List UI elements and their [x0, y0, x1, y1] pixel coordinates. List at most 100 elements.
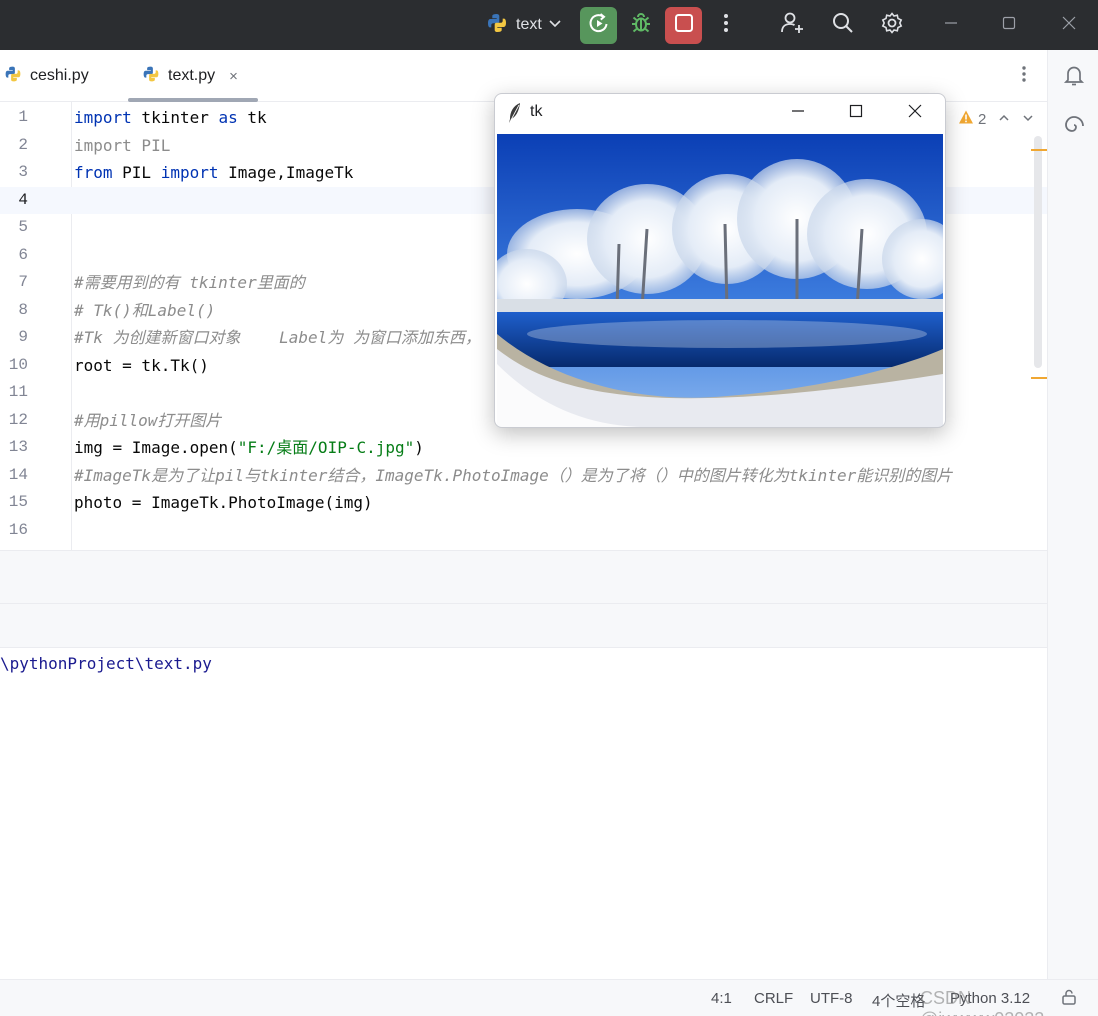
run-config-selector[interactable]: text: [486, 10, 562, 40]
title-bar: text: [0, 0, 1098, 50]
more-icon: [1021, 65, 1027, 88]
tk-close-button[interactable]: [897, 98, 933, 128]
code-line[interactable]: 16: [0, 517, 1047, 545]
line-number: 3: [18, 163, 28, 181]
code-text: import PIL: [74, 132, 170, 160]
code-line[interactable]: 13 img = Image.open("F:/桌面/OIP-C.jpg"): [0, 434, 1047, 462]
run-config-label: text: [516, 16, 542, 33]
close-icon: [1062, 16, 1076, 35]
window-close-button[interactable]: [1046, 0, 1092, 50]
tk-title-bar[interactable]: tk: [495, 94, 945, 132]
maximize-icon: [849, 104, 863, 123]
warning-count: 2: [978, 110, 987, 128]
tk-window[interactable]: tk: [494, 93, 946, 428]
bell-icon: [1062, 63, 1086, 92]
line-number: 6: [18, 245, 28, 264]
warning-stripe-marker[interactable]: [1031, 377, 1047, 379]
python-file-icon: [4, 65, 22, 88]
editor-scrollbar[interactable]: [1034, 136, 1042, 368]
line-separator[interactable]: CRLF: [754, 990, 793, 1007]
line-number: 14: [8, 465, 28, 484]
code-text: img = Image.open("F:/桌面/OIP-C.jpg"): [74, 434, 424, 462]
code-text: #ImageTk是为了让pil与tkinter结合，ImageTk.PhotoI…: [74, 462, 952, 490]
line-number: 11: [8, 383, 28, 401]
rerun-icon: [587, 11, 611, 40]
settings-button[interactable]: [874, 7, 910, 44]
warning-stripe-marker[interactable]: [1031, 149, 1047, 151]
status-bar: 4:1 CRLF UTF-8 4个空格 Python 3.12 CSDN @jw…: [0, 979, 1098, 1016]
ai-assistant-button[interactable]: [1059, 112, 1089, 142]
code-text: import tkinter as tk: [74, 104, 267, 132]
code-token: import: [74, 108, 132, 127]
code-token: photo = ImageTk.PhotoImage(img): [74, 493, 373, 512]
close-tab-icon[interactable]: ×: [229, 68, 238, 85]
line-number: 8: [18, 300, 28, 319]
code-line[interactable]: 14 #ImageTk是为了让pil与tkinter结合，ImageTk.Phot…: [0, 462, 1047, 490]
code-token: from: [74, 163, 113, 182]
tk-window-title: tk: [530, 103, 543, 120]
notifications-button[interactable]: [1059, 62, 1089, 92]
line-number: 9: [18, 328, 28, 346]
tab-ceshi-py[interactable]: ceshi.py: [4, 50, 89, 102]
indent-setting[interactable]: 4个空格: [872, 990, 925, 1011]
code-token: #Tk 为创建新窗口对象 Label为 为窗口添加东西，: [74, 328, 481, 347]
debug-button[interactable]: [624, 7, 658, 44]
stop-button[interactable]: [665, 7, 702, 44]
line-number: 12: [8, 410, 28, 429]
next-highlight-icon[interactable]: [1022, 111, 1034, 128]
minimize-icon: [791, 104, 805, 123]
add-user-icon: [780, 10, 806, 41]
line-number: 5: [18, 218, 28, 236]
run-console[interactable]: \pythonProject\text.py: [0, 647, 1047, 979]
window-minimize-button[interactable]: [930, 0, 972, 50]
line-number: 16: [8, 520, 28, 539]
file-encoding[interactable]: UTF-8: [810, 990, 853, 1007]
code-text: from PIL import Image,ImageTk: [74, 159, 353, 187]
tab-text-py[interactable]: text.py ×: [128, 50, 258, 102]
tab-label: ceshi.py: [30, 67, 89, 84]
python-file-icon: [142, 65, 160, 88]
line-number: 10: [8, 355, 28, 374]
line-number: 13: [8, 438, 28, 456]
tk-minimize-button[interactable]: [780, 98, 816, 128]
line-number: 4: [18, 190, 28, 209]
inspection-widget[interactable]: 2: [958, 108, 1034, 130]
debug-icon: [629, 11, 653, 40]
line-number: 2: [18, 135, 28, 154]
line-number: 1: [18, 108, 28, 126]
code-line[interactable]: 15 photo = ImageTk.PhotoImage(img): [0, 489, 1047, 517]
rerun-button[interactable]: [580, 7, 617, 44]
line-number: 7: [18, 273, 28, 291]
tk-maximize-button[interactable]: [838, 98, 874, 128]
close-icon: [908, 104, 922, 123]
code-text: root = tk.Tk(): [74, 352, 209, 380]
previous-highlight-icon[interactable]: [998, 111, 1010, 128]
right-tool-strip: [1047, 50, 1098, 979]
code-token: Image,ImageTk: [218, 163, 354, 182]
code-text: # Tk()和Label(): [74, 297, 215, 325]
code-token: as: [218, 108, 238, 127]
code-text: #需要用到的有 tkinter里面的: [74, 269, 305, 297]
code-token: import PIL: [74, 135, 171, 155]
code-text: #Tk 为创建新窗口对象 Label为 为窗口添加东西，: [74, 324, 481, 352]
code-with-me-button[interactable]: [776, 7, 810, 44]
winter-landscape-photo: [497, 134, 943, 427]
code-token: #用pillow打开图片: [74, 410, 222, 430]
more-icon: [723, 13, 729, 38]
code-token: tk: [237, 108, 267, 127]
gear-icon: [880, 11, 904, 40]
code-token: #ImageTk是为了让pil与tkinter结合，ImageTk.PhotoI…: [74, 465, 953, 485]
console-output-line: \pythonProject\text.py: [0, 654, 212, 673]
python-icon: [486, 12, 508, 39]
more-actions-button[interactable]: [712, 7, 740, 44]
stop-icon: [673, 12, 695, 39]
search-everywhere-button[interactable]: [826, 7, 860, 44]
lock-icon[interactable]: [1060, 988, 1078, 1010]
tab-options-button[interactable]: [1012, 62, 1036, 90]
minimize-icon: [944, 16, 958, 35]
warning-icon: [958, 109, 974, 129]
code-token: ): [414, 438, 424, 457]
feather-icon: [507, 102, 523, 129]
window-maximize-button[interactable]: [988, 0, 1030, 50]
caret-position[interactable]: 4:1: [711, 990, 732, 1007]
